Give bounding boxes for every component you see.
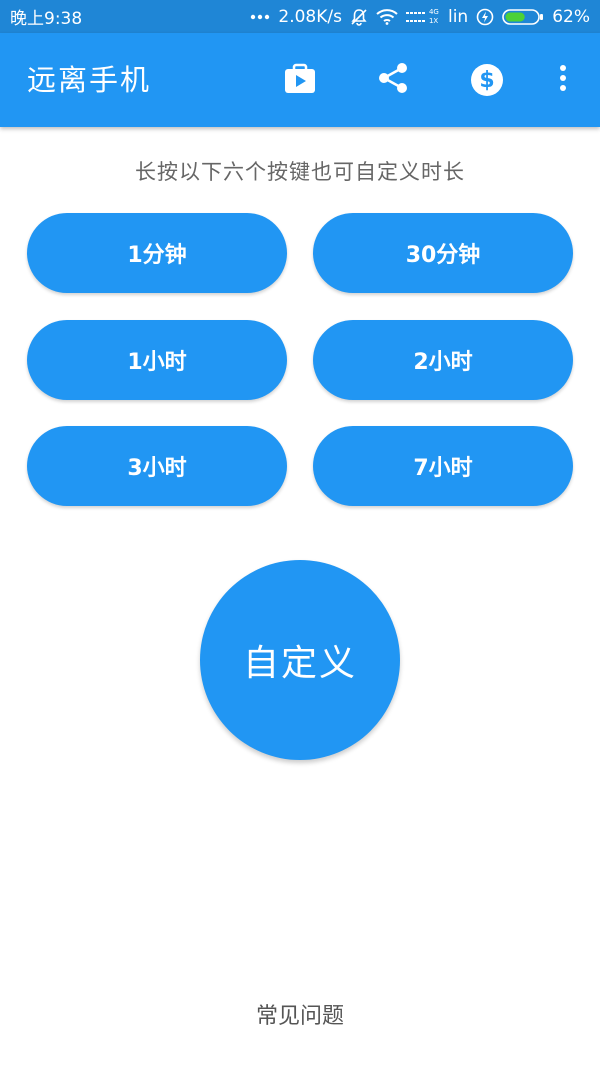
- preset-label: 2小时: [413, 350, 473, 375]
- share-button[interactable]: [368, 55, 418, 105]
- preset-2hour-button[interactable]: 2小时: [313, 320, 573, 400]
- hint-text: 长按以下六个按键也可自定义时长: [135, 160, 465, 184]
- app-title: 远离手机: [27, 63, 152, 97]
- charging-icon: [476, 8, 494, 26]
- more-options-button[interactable]: [538, 55, 588, 105]
- battery-icon: [502, 8, 544, 26]
- store-button[interactable]: [275, 55, 325, 105]
- status-bar: 晚上9:38 2.08K/s 4G 1X lin 62%: [0, 0, 600, 33]
- network-type-bottom: 1X: [428, 16, 439, 25]
- status-time: 晚上9:38: [10, 9, 83, 29]
- signal-icon: 4G 1X: [405, 7, 440, 27]
- carrier-name: lin: [447, 6, 469, 27]
- custom-duration-button[interactable]: 自定义: [200, 560, 400, 760]
- share-icon: [376, 61, 410, 99]
- preset-label: 1分钟: [127, 243, 187, 268]
- dots-icon: [250, 14, 270, 20]
- screen: 晚上9:38 2.08K/s 4G 1X lin 62% 远离手机 $ 长按以下…: [0, 0, 600, 1067]
- preset-1hour-button[interactable]: 1小时: [27, 320, 287, 400]
- store-icon: [283, 61, 317, 99]
- battery-percent: 62%: [552, 6, 590, 27]
- preset-label: 1小时: [127, 350, 187, 375]
- wifi-icon: [376, 8, 398, 25]
- preset-3hour-button[interactable]: 3小时: [27, 426, 287, 506]
- more-vert-icon: [558, 63, 568, 97]
- preset-1min-button[interactable]: 1分钟: [27, 213, 287, 293]
- app-toolbar: 远离手机 $: [0, 33, 600, 127]
- preset-label: 7小时: [413, 456, 473, 481]
- donate-button[interactable]: $: [462, 55, 512, 105]
- mute-bell-icon: [350, 8, 368, 26]
- donate-symbol: $: [479, 67, 495, 93]
- preset-label: 3小时: [127, 456, 187, 481]
- custom-label: 自定义: [242, 643, 357, 684]
- preset-label: 30分钟: [405, 243, 481, 268]
- donate-icon: $: [470, 63, 504, 97]
- network-type-top: 4G: [428, 7, 439, 16]
- network-speed: 2.08K/s: [278, 6, 342, 27]
- faq-link[interactable]: 常见问题: [0, 998, 600, 1030]
- preset-7hour-button[interactable]: 7小时: [313, 426, 573, 506]
- preset-30min-button[interactable]: 30分钟: [313, 213, 573, 293]
